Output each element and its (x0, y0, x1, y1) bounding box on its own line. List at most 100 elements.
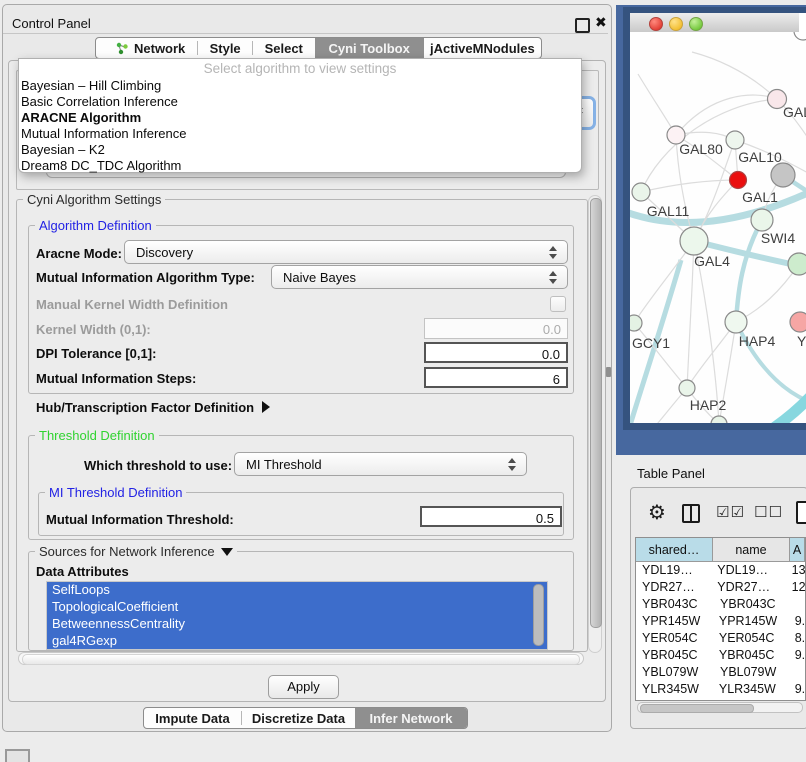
splitter-grip[interactable] (606, 367, 611, 377)
node-gcy1[interactable] (630, 315, 642, 331)
node-hap4[interactable] (725, 311, 747, 333)
network-glyph-icon (116, 42, 129, 55)
settings-horizontal-scrollbar[interactable] (18, 652, 584, 665)
columns-icon[interactable] (682, 504, 700, 523)
node-gray[interactable] (771, 163, 795, 187)
table-horizontal-scrollbar[interactable] (637, 702, 803, 713)
algorithm-option[interactable]: Dream8 DC_TDC Algorithm (19, 158, 581, 174)
tab-cyni-toolbox[interactable]: Cyni Toolbox (315, 38, 424, 58)
manual-kernel-checkbox[interactable] (550, 296, 566, 312)
tab-style[interactable]: Style (198, 38, 252, 58)
table-cell: YDL19… (636, 563, 710, 577)
tab-label: Cyni Toolbox (328, 41, 409, 56)
table-header: shared… name A (636, 538, 805, 562)
group-title: Algorithm Definition (35, 218, 156, 233)
kernel-width-field[interactable]: 0.0 (424, 318, 568, 339)
node-gal11[interactable] (632, 183, 650, 201)
table-row[interactable]: YER054CYER054C8. (636, 630, 805, 647)
table-cell: YBR043C (713, 597, 790, 611)
node-red[interactable] (730, 172, 747, 189)
tab-label: Impute Data (155, 711, 229, 726)
table-row[interactable]: YDL19…YDL19…13 (636, 562, 805, 579)
tab-discretize-data[interactable]: Discretize Data (242, 708, 355, 728)
group-title: MI Threshold Definition (45, 485, 186, 500)
data-attributes-listbox[interactable]: SelfLoopsTopologicalCoefficientBetweenne… (46, 581, 548, 650)
column-header-name[interactable]: name (713, 538, 790, 561)
algorithm-option[interactable]: Mutual Information Inference (19, 126, 581, 142)
node-table[interactable]: shared… name A YDL19…YDL19…13YDR27…YDR27… (635, 537, 806, 701)
node-salmon[interactable] (790, 312, 806, 332)
mi-steps-field[interactable]: 6 (424, 367, 568, 388)
node-swi4[interactable] (751, 209, 773, 231)
hub-definition-toggle[interactable]: Hub/Transcription Factor Definition (36, 400, 270, 415)
attribute-item[interactable]: SelfLoops (47, 582, 547, 599)
manual-kernel-label: Manual Kernel Width Definition (36, 297, 228, 312)
table-cell: YLR345W (636, 682, 712, 696)
column-header-shared-name[interactable]: shared… (636, 538, 713, 561)
float-icon[interactable] (575, 18, 590, 33)
settings-vertical-scrollbar[interactable] (588, 195, 602, 653)
group-title: Sources for Network Inference (35, 544, 237, 559)
table-row[interactable]: YBR043CYBR043C (636, 596, 805, 613)
aracne-mode-label: Aracne Mode: (36, 246, 122, 261)
table-cell: 9. (788, 648, 805, 662)
node-hap2[interactable] (679, 380, 695, 396)
table-row[interactable]: YBL079WYBL079W (636, 663, 805, 680)
network-canvas[interactable]: GALGAL80GAL10GAL1GAL11SWI4GAL4GCY1HAP4YH… (630, 32, 806, 423)
gear-icon[interactable]: ⚙ (648, 500, 666, 525)
attribute-item[interactable]: BetweennessCentrality (47, 616, 547, 633)
screen: GALGAL80GAL10GAL1GAL11SWI4GAL4GCY1HAP4YH… (0, 0, 806, 762)
table-row[interactable]: YBR045CYBR045C9. (636, 646, 805, 663)
table-cell: YBR045C (712, 648, 788, 662)
tab-network[interactable]: Network (96, 38, 197, 58)
minimized-panel-icon[interactable] (5, 749, 30, 762)
dpi-tolerance-field[interactable]: 0.0 (424, 342, 568, 363)
node-label: Y (797, 333, 806, 349)
table-panel-title: Table Panel (637, 466, 705, 481)
zoom-traffic-light-icon[interactable] (689, 17, 703, 31)
mi-threshold-field[interactable]: 0.5 (420, 506, 562, 527)
select-all-icon[interactable]: ☑☑ (716, 503, 745, 521)
attribute-item[interactable]: gal4RGexp (47, 633, 547, 650)
table-row[interactable]: YPR145WYPR145W9. (636, 613, 805, 630)
dpi-tolerance-label: DPI Tolerance [0,1]: (36, 346, 156, 361)
tab-jactivemnodules[interactable]: jActiveMNodules (424, 38, 541, 58)
table-row[interactable]: YDR27…YDR27…12 (636, 579, 805, 596)
table-cell: YBR045C (636, 648, 712, 662)
close-icon[interactable]: ✖ (595, 14, 607, 31)
node-gal4[interactable] (680, 227, 708, 255)
list-scrollbar[interactable] (533, 584, 544, 646)
close-traffic-light-icon[interactable] (649, 17, 663, 31)
algorithm-option[interactable]: Bayesian – Hill Climbing (19, 78, 581, 94)
node-gal10[interactable] (726, 131, 744, 149)
aracne-mode-value: Discovery (136, 245, 193, 260)
scrollbar-thumb[interactable] (640, 704, 754, 713)
aracne-mode-combo[interactable]: Discovery (124, 240, 568, 264)
node-label: HAP4 (739, 333, 776, 349)
apply-button[interactable]: Apply (268, 675, 339, 699)
table-row[interactable]: YLR345WYLR345W9. (636, 680, 805, 697)
network-window-titlebar[interactable] (630, 13, 799, 33)
tab-impute-data[interactable]: Impute Data (144, 708, 241, 728)
scrollbar-thumb[interactable] (590, 198, 602, 628)
tab-label: Infer Network (369, 711, 452, 726)
mi-type-combo[interactable]: Naive Bayes (271, 265, 568, 289)
deselect-all-icon[interactable]: ☐☐ (754, 503, 783, 521)
file-icon[interactable] (796, 501, 806, 524)
tab-infer-network[interactable]: Infer Network (355, 708, 467, 728)
algorithm-option[interactable]: Bayesian – K2 (19, 142, 581, 158)
attribute-item[interactable]: TopologicalCoefficient (47, 599, 547, 616)
algorithm-option[interactable]: Basic Correlation Inference (19, 94, 581, 110)
tab-select[interactable]: Select (253, 38, 315, 58)
node-bottom[interactable] (711, 416, 727, 423)
table-cell: YER054C (636, 631, 712, 645)
which-threshold-combo[interactable]: MI Threshold (234, 452, 527, 476)
column-header-partial[interactable]: A (790, 538, 805, 561)
node-green-right[interactable] (788, 253, 806, 275)
algorithm-option[interactable]: ARACNE Algorithm (19, 110, 581, 126)
node-label: GAL80 (679, 141, 723, 157)
node-arc-topright[interactable] (794, 32, 806, 40)
scrollbar-thumb[interactable] (22, 654, 580, 665)
minimize-traffic-light-icon[interactable] (669, 17, 683, 31)
table-row[interactable]: YIL052CYIL052C9 (636, 697, 805, 701)
